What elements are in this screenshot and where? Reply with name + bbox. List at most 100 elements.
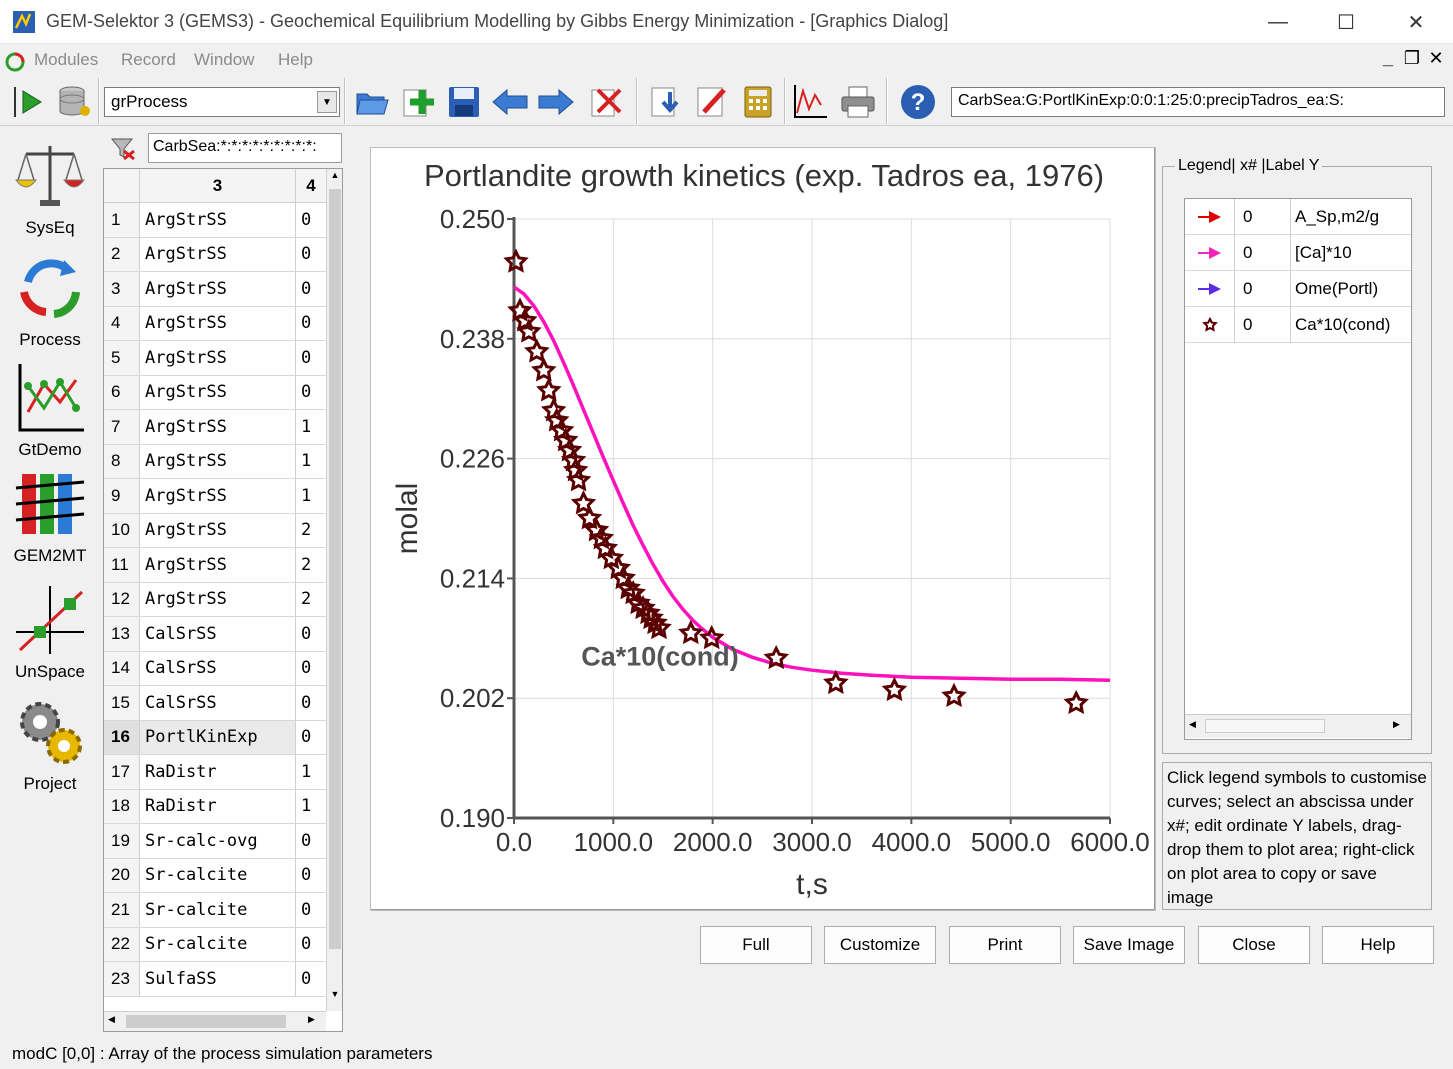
scroll-down-icon[interactable]: ▼ bbox=[328, 989, 342, 1007]
module-unspace[interactable]: UnSpace bbox=[2, 578, 98, 688]
record-value-cell[interactable]: 0 bbox=[296, 893, 326, 927]
legend-row[interactable]: 0 A_Sp,m2/g bbox=[1185, 199, 1411, 235]
print-dialog-button[interactable]: Print bbox=[949, 926, 1061, 964]
table-row[interactable]: 19 Sr-calc-ovg 0 bbox=[104, 824, 326, 859]
chart-canvas[interactable]: 0.0 1000.0 2000.0 3000.0 4000.0 5000.0 6000.00… bbox=[371, 148, 1157, 912]
plot-area[interactable]: Portlandite growth kinetics (exp. Tadros… bbox=[370, 147, 1156, 911]
legend-label-cell[interactable]: A_Sp,m2/g bbox=[1291, 199, 1411, 235]
full-button[interactable]: Full bbox=[700, 926, 812, 964]
record-value-cell[interactable]: 2 bbox=[296, 548, 326, 582]
table-row[interactable]: 11 ArgStrSS 2 bbox=[104, 548, 326, 583]
next-record-button[interactable] bbox=[536, 82, 576, 122]
record-name-cell[interactable]: Sr-calcite bbox=[140, 927, 296, 961]
record-key-field[interactable]: CarbSea:G:PortlKinExp:0:0:1:25:0:precipT… bbox=[951, 87, 1445, 117]
menu-modules[interactable]: Modules bbox=[34, 50, 98, 70]
table-row[interactable]: 17 RaDistr 1 bbox=[104, 755, 326, 790]
mdi-close-button[interactable]: ✕ bbox=[1425, 46, 1447, 70]
record-name-cell[interactable]: CalSrSS bbox=[140, 686, 296, 720]
close-button[interactable]: Close bbox=[1198, 926, 1310, 964]
table-row[interactable]: 21 Sr-calcite 0 bbox=[104, 893, 326, 928]
module-gtdemo[interactable]: GtDemo bbox=[2, 356, 98, 466]
legend-row[interactable]: 0 Ca*10(cond) bbox=[1185, 307, 1411, 343]
legend-row[interactable]: 0 [Ca]*10 bbox=[1185, 235, 1411, 271]
database-button[interactable] bbox=[54, 82, 94, 122]
help-button[interactable]: Help bbox=[1322, 926, 1434, 964]
scroll-right-icon[interactable]: ▶ bbox=[1393, 719, 1400, 730]
record-value-cell[interactable]: 0 bbox=[296, 272, 326, 306]
record-value-cell[interactable]: 2 bbox=[296, 583, 326, 617]
table-row[interactable]: 6 ArgStrSS 0 bbox=[104, 375, 326, 410]
record-value-cell[interactable]: 1 bbox=[296, 445, 326, 479]
arrow-line-icon[interactable] bbox=[1185, 199, 1235, 235]
arrow-line-icon[interactable] bbox=[1185, 235, 1235, 271]
record-value-cell[interactable]: 0 bbox=[296, 686, 326, 720]
record-name-cell[interactable]: SulfaSS bbox=[140, 962, 296, 996]
legend-abscissa-cell[interactable]: 0 bbox=[1235, 271, 1291, 307]
import-button[interactable] bbox=[646, 82, 686, 122]
record-name-cell[interactable]: ArgStrSS bbox=[140, 237, 296, 271]
legend-abscissa-cell[interactable]: 0 bbox=[1235, 235, 1291, 271]
record-name-cell[interactable]: ArgStrSS bbox=[140, 375, 296, 409]
record-value-cell[interactable]: 1 bbox=[296, 755, 326, 789]
record-value-cell[interactable]: 0 bbox=[296, 859, 326, 893]
legend-label-cell[interactable]: Ca*10(cond) bbox=[1291, 307, 1411, 343]
record-name-cell[interactable]: CalSrSS bbox=[140, 651, 296, 685]
record-name-cell[interactable]: Sr-calc-ovg bbox=[140, 824, 296, 858]
filter-button[interactable] bbox=[104, 133, 144, 163]
table-row[interactable]: 8 ArgStrSS 1 bbox=[104, 444, 326, 479]
record-name-cell[interactable]: RaDistr bbox=[140, 789, 296, 823]
record-value-cell[interactable]: 0 bbox=[296, 307, 326, 341]
plot-button[interactable] bbox=[790, 82, 830, 122]
table-row[interactable]: 5 ArgStrSS 0 bbox=[104, 341, 326, 376]
help-tool-button[interactable]: ? bbox=[898, 82, 938, 122]
maximize-button[interactable]: ☐ bbox=[1316, 6, 1376, 38]
record-value-cell[interactable]: 0 bbox=[296, 962, 326, 996]
delete-record-button[interactable] bbox=[586, 82, 626, 122]
table-row[interactable]: 13 CalSrSS 0 bbox=[104, 617, 326, 652]
customize-button[interactable]: Customize bbox=[824, 926, 936, 964]
table-row[interactable]: 12 ArgStrSS 2 bbox=[104, 582, 326, 617]
vertical-scrollbar[interactable]: ▲ ▼ bbox=[326, 169, 342, 1011]
mdi-restore-button[interactable]: ❐ bbox=[1401, 46, 1423, 70]
record-name-cell[interactable]: ArgStrSS bbox=[140, 203, 296, 237]
legend-row[interactable]: 0 Ome(Portl) bbox=[1185, 271, 1411, 307]
calculator-button[interactable] bbox=[738, 82, 778, 122]
legend-abscissa-cell[interactable]: 0 bbox=[1235, 307, 1291, 343]
table-row[interactable]: 9 ArgStrSS 1 bbox=[104, 479, 326, 514]
close-window-button[interactable]: ✕ bbox=[1386, 6, 1446, 38]
menu-window[interactable]: Window bbox=[194, 50, 254, 70]
table-row[interactable]: 2 ArgStrSS 0 bbox=[104, 237, 326, 272]
scroll-left-icon[interactable]: ◀ bbox=[108, 1014, 115, 1025]
record-name-cell[interactable]: ArgStrSS bbox=[140, 410, 296, 444]
record-name-cell[interactable]: ArgStrSS bbox=[140, 272, 296, 306]
record-value-cell[interactable]: 0 bbox=[296, 928, 326, 962]
table-row[interactable]: 23 SulfaSS 0 bbox=[104, 962, 326, 997]
module-sysq[interactable]: SysEq bbox=[2, 134, 98, 244]
record-value-cell[interactable]: 0 bbox=[296, 238, 326, 272]
open-record-button[interactable] bbox=[352, 82, 392, 122]
arrow-line-icon[interactable] bbox=[1185, 271, 1235, 307]
scroll-thumb[interactable] bbox=[1205, 719, 1325, 733]
save-image-button[interactable]: Save Image bbox=[1073, 926, 1185, 964]
module-combo[interactable]: grProcess ▼ bbox=[104, 87, 340, 117]
table-row[interactable]: 4 ArgStrSS 0 bbox=[104, 306, 326, 341]
scroll-left-icon[interactable]: ◀ bbox=[1189, 719, 1196, 730]
record-value-cell[interactable]: 0 bbox=[296, 617, 326, 651]
record-value-cell[interactable]: 1 bbox=[296, 479, 326, 513]
table-row[interactable]: 7 ArgStrSS 1 bbox=[104, 410, 326, 445]
minimize-button[interactable]: — bbox=[1248, 6, 1308, 38]
table-row[interactable]: 22 Sr-calcite 0 bbox=[104, 927, 326, 962]
scroll-thumb[interactable] bbox=[329, 189, 341, 949]
record-value-cell[interactable]: 1 bbox=[296, 790, 326, 824]
scroll-up-icon[interactable]: ▲ bbox=[328, 170, 342, 188]
legend-scrollbar[interactable]: ◀ ▶ bbox=[1185, 714, 1411, 738]
module-process[interactable]: Process bbox=[2, 246, 98, 356]
save-record-button[interactable] bbox=[444, 82, 484, 122]
record-name-cell[interactable]: ArgStrSS bbox=[140, 548, 296, 582]
record-name-cell[interactable]: RaDistr bbox=[140, 755, 296, 789]
chevron-down-icon[interactable]: ▼ bbox=[317, 91, 337, 113]
record-name-cell[interactable]: Sr-calcite bbox=[140, 893, 296, 927]
record-value-cell[interactable]: 0 bbox=[296, 341, 326, 375]
new-record-button[interactable] bbox=[398, 82, 438, 122]
record-value-cell[interactable]: 0 bbox=[296, 721, 326, 755]
